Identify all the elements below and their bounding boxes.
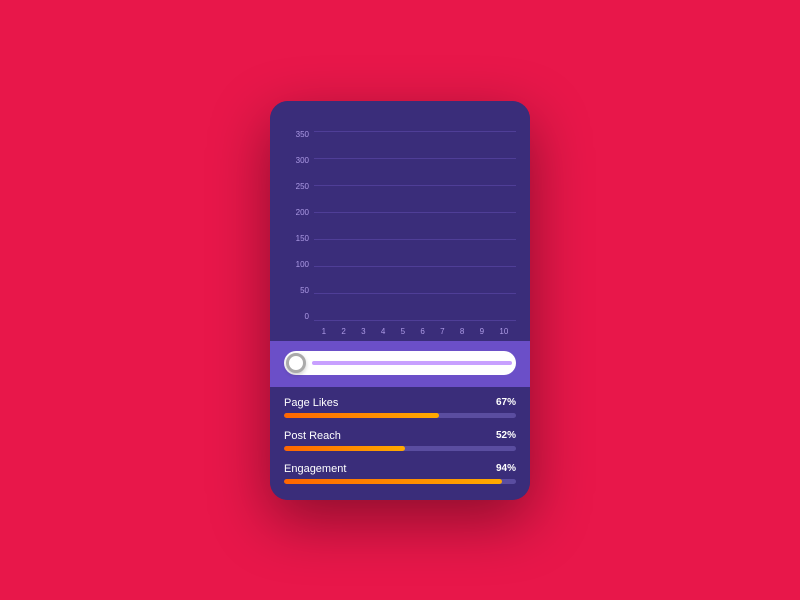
y-label: 0 [284, 313, 312, 321]
app-header [270, 101, 530, 125]
y-label: 50 [284, 287, 312, 295]
stat-label: Page Likes [284, 397, 338, 409]
slider-track [284, 351, 516, 375]
y-label: 350 [284, 131, 312, 139]
y-label: 150 [284, 235, 312, 243]
stat-bar-track [284, 446, 516, 451]
x-label: 8 [460, 323, 464, 341]
stat-bar-track [284, 413, 516, 418]
x-label: 2 [341, 323, 345, 341]
stat-value: 94% [496, 463, 516, 474]
y-label: 100 [284, 261, 312, 269]
stat-bar-track [284, 479, 516, 484]
stat-header: Post Reach 52% [284, 430, 516, 442]
y-label: 250 [284, 183, 312, 191]
slider-section [270, 341, 530, 387]
stat-bar-fill [284, 413, 439, 418]
stat-value: 67% [496, 397, 516, 408]
stat-header: Engagement 94% [284, 463, 516, 475]
stat-value: 52% [496, 430, 516, 441]
x-label: 6 [420, 323, 424, 341]
chart-area: 350 300 250 200 150 100 50 0 [270, 125, 530, 341]
bar-chart: 350 300 250 200 150 100 50 0 [284, 131, 516, 341]
x-label: 9 [480, 323, 484, 341]
y-label: 200 [284, 209, 312, 217]
y-label: 300 [284, 157, 312, 165]
y-axis: 350 300 250 200 150 100 50 0 [284, 131, 312, 321]
x-label: 5 [401, 323, 405, 341]
phone-card: 350 300 250 200 150 100 50 0 [270, 101, 530, 500]
stat-item: Page Likes 67% [284, 397, 516, 418]
stat-bar-fill [284, 446, 405, 451]
x-label: 4 [381, 323, 385, 341]
slider-thumb[interactable] [286, 353, 306, 373]
x-label: 1 [322, 323, 326, 341]
stat-header: Page Likes 67% [284, 397, 516, 409]
x-label: 3 [361, 323, 365, 341]
x-label: 7 [440, 323, 444, 341]
stat-bar-fill [284, 479, 502, 484]
stat-label: Post Reach [284, 430, 341, 442]
stats-section: Page Likes 67% Post Reach 52% Engagement… [270, 387, 530, 500]
stat-item: Engagement 94% [284, 463, 516, 484]
x-axis: 123456789 10 [314, 323, 516, 341]
stat-label: Engagement [284, 463, 346, 475]
slider-fill [312, 361, 512, 365]
x-label: 10 [499, 323, 508, 341]
bars-container [314, 131, 516, 321]
stat-item: Post Reach 52% [284, 430, 516, 451]
